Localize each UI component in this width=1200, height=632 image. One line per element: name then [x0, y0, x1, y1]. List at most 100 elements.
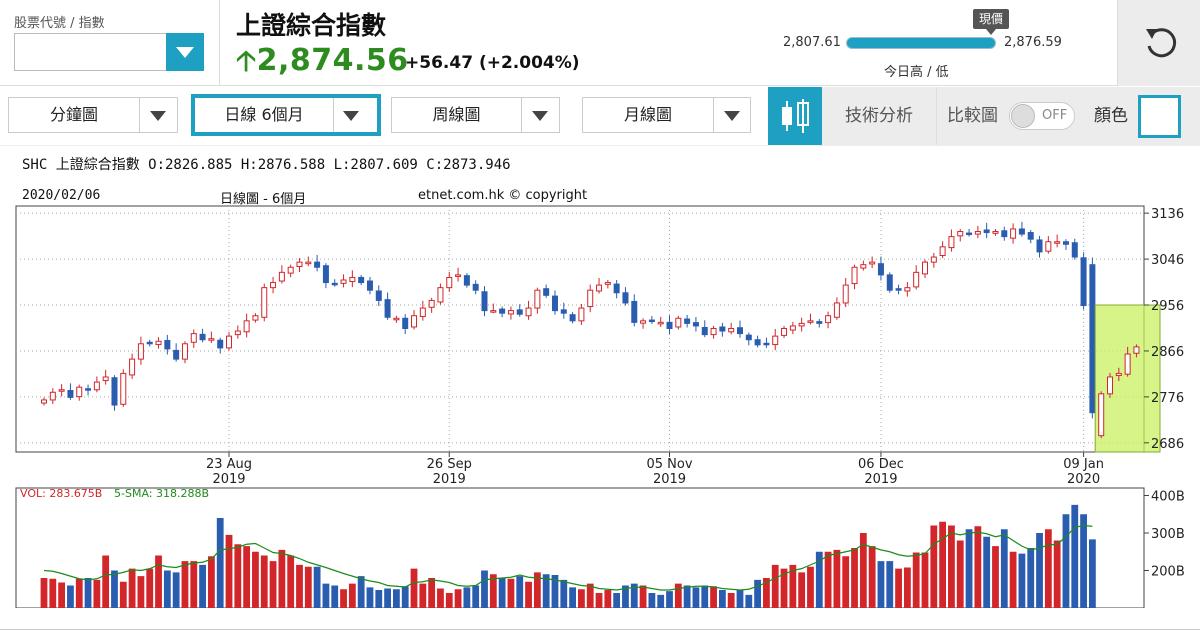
y-tick-label: 2956	[1151, 299, 1184, 314]
candle-body	[1010, 228, 1017, 239]
refresh-button[interactable]	[1117, 0, 1200, 86]
volume-bar	[903, 567, 911, 608]
candle-body	[490, 310, 497, 313]
volume-y-tick-label: 300B	[1151, 527, 1185, 542]
candle-body	[983, 229, 990, 234]
candle-body	[745, 334, 752, 341]
color-picker-swatch[interactable]	[1138, 95, 1181, 138]
recent-sessions-highlight	[1094, 304, 1161, 453]
candle-body	[930, 256, 937, 263]
candle-body	[1089, 264, 1096, 414]
volume-bar	[84, 578, 92, 608]
volume-bar	[1027, 548, 1035, 608]
change-percent: (+2.004%)	[478, 53, 580, 73]
index-price: 🡡2,874.56	[236, 40, 409, 88]
candle-body	[587, 289, 594, 308]
volume-bar	[498, 578, 506, 608]
volume-bar	[384, 588, 391, 608]
volume-bar	[445, 593, 453, 608]
volume-bar	[965, 529, 973, 608]
volume-bar	[410, 568, 418, 608]
candle-body	[604, 282, 611, 285]
candle-body	[631, 300, 638, 323]
volume-bar	[648, 593, 656, 608]
candle-body	[102, 376, 109, 382]
daily-6m-dropdown[interactable]: 日線 6個月	[191, 94, 381, 136]
volume-bar	[921, 552, 929, 608]
toggle-knob	[1011, 104, 1035, 128]
x-tick-year-label: 2020	[1067, 472, 1100, 484]
x-tick-label: 05 Nov	[646, 457, 692, 472]
daily-6m-label: 日線 6個月	[224, 105, 304, 124]
candle-body	[798, 322, 805, 327]
volume-bar	[296, 564, 303, 608]
volume-bar	[75, 578, 83, 608]
candle-body	[314, 261, 321, 268]
index-change: +56.47 (+2.004%)	[405, 53, 580, 73]
stock-code-dropdown-button[interactable]	[166, 33, 204, 71]
monthly-chart-label: 月線圖	[623, 105, 672, 124]
stock-code-input[interactable]	[14, 33, 166, 71]
candle-body	[278, 271, 285, 282]
stock-code-box: 股票代號 / 指數	[0, 0, 220, 86]
candle-body	[419, 307, 426, 317]
dropdown-divider	[521, 98, 522, 132]
volume-bar	[798, 572, 806, 608]
monthly-chart-dropdown[interactable]: 月線圖	[582, 97, 751, 133]
volume-bar	[516, 576, 524, 608]
volume-bar	[172, 572, 180, 608]
compare-toggle[interactable]: OFF	[1009, 102, 1075, 130]
volume-bar	[111, 570, 118, 608]
volume-bar	[331, 585, 339, 608]
volume-bar	[252, 551, 259, 608]
candle-body	[331, 282, 338, 286]
x-tick-label: 06 Dec	[858, 457, 904, 472]
volume-bar	[401, 586, 409, 608]
x-tick-year-label: 2019	[212, 472, 245, 484]
candle-body	[217, 339, 224, 349]
price-value: 2,874.56	[256, 43, 409, 78]
candle-body	[58, 389, 65, 392]
volume-bar	[1009, 551, 1017, 608]
color-label: 顏色	[1094, 106, 1128, 126]
candle-body	[455, 274, 462, 277]
volume-bar	[357, 576, 365, 608]
marker-pointer-icon	[986, 29, 996, 35]
candlestick-view-button[interactable]	[768, 87, 822, 145]
refresh-icon	[1146, 28, 1177, 58]
technical-analysis-button[interactable]: 技術分析	[822, 87, 936, 145]
candle-body	[146, 341, 153, 345]
candle-body	[322, 265, 329, 284]
candle-body	[1062, 241, 1069, 245]
candle-body	[675, 317, 682, 328]
candle-body	[481, 291, 488, 312]
volume-bar	[49, 578, 57, 608]
candle-body	[922, 261, 928, 275]
volume-bar	[146, 568, 154, 608]
chevron-down-icon	[176, 47, 194, 58]
candle-body	[657, 321, 664, 325]
weekly-chart-dropdown[interactable]: 周線圖	[391, 97, 560, 133]
candle-body	[895, 288, 902, 291]
volume-bar	[595, 593, 603, 608]
candle-body	[569, 314, 576, 322]
volume-bar	[243, 546, 251, 608]
candle-body	[499, 308, 506, 314]
candle-body	[49, 391, 56, 401]
volume-bar	[481, 570, 488, 608]
volume-bar	[313, 566, 321, 608]
volume-bar	[419, 583, 427, 608]
day-high-value: 2,876.59	[1004, 35, 1062, 50]
volume-bar	[824, 551, 832, 608]
candle-body	[366, 280, 373, 291]
minute-chart-dropdown[interactable]: 分鐘圖	[8, 97, 178, 133]
volume-bar	[234, 544, 242, 608]
volume-y-tick-label: 400B	[1151, 490, 1185, 505]
candle-body	[913, 271, 920, 288]
volume-bar	[569, 587, 576, 608]
volume-bar	[639, 585, 647, 608]
volume-bar	[886, 561, 894, 608]
candle-body	[842, 284, 849, 304]
volume-bar	[190, 561, 198, 608]
candle-body	[411, 315, 418, 328]
